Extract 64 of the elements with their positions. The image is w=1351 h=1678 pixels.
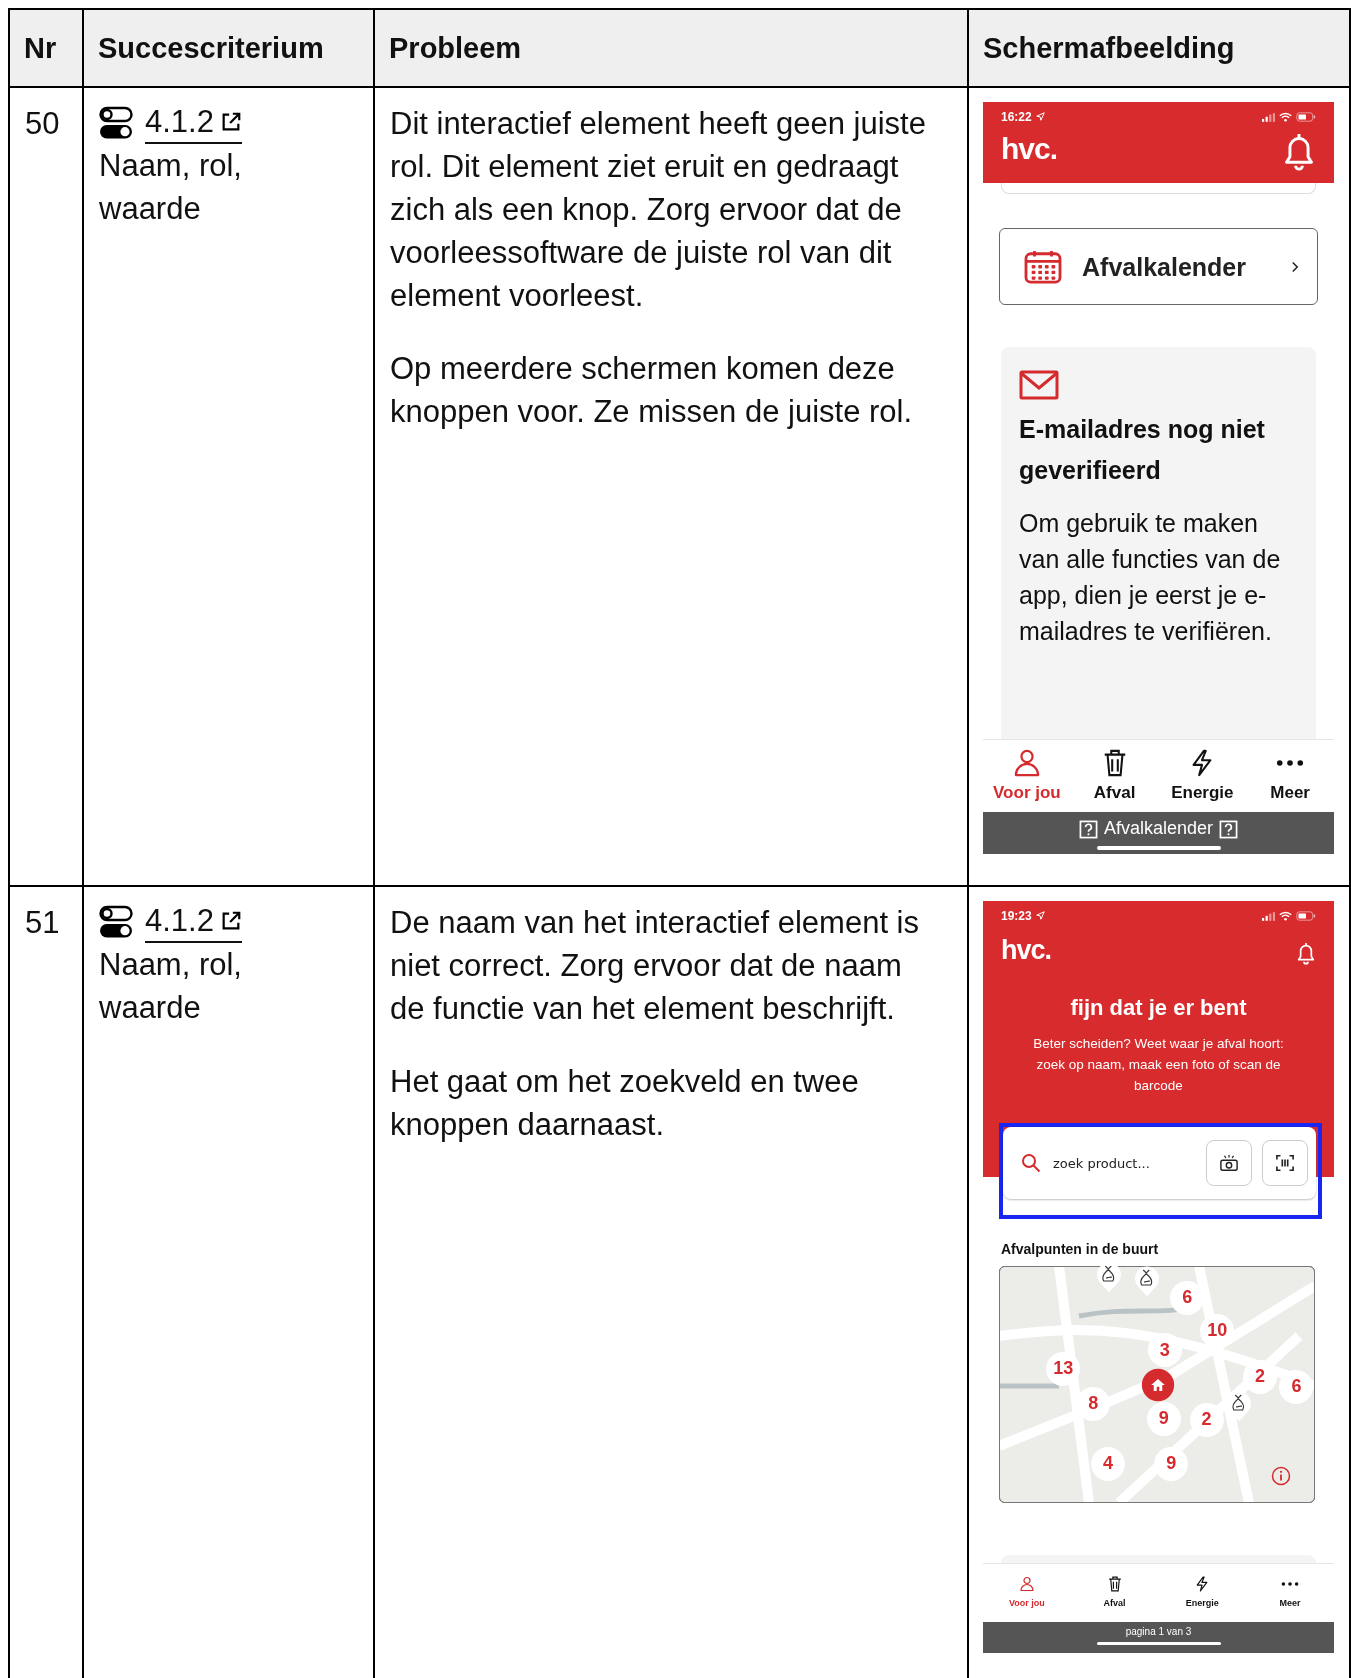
nav-tab[interactable]: Meer <box>1246 1563 1334 1622</box>
camera-button[interactable] <box>1206 1140 1252 1186</box>
nav-tab[interactable]: Afval <box>1070 1563 1159 1622</box>
person-icon <box>1019 1576 1034 1593</box>
toggle-icon <box>99 106 133 140</box>
column-header: Succescriterium <box>84 10 373 86</box>
mail-icon <box>1019 369 1059 401</box>
chevron-icon <box>1291 260 1299 273</box>
signal-icon <box>1262 112 1275 122</box>
wifi-icon <box>1279 911 1292 921</box>
caption-text: Afvalkalender <box>1103 818 1214 840</box>
status-time: 19:23 <box>1001 908 1032 924</box>
nav-tab[interactable]: Energie <box>1158 740 1247 812</box>
map-title: Afvalpunten in de buurt <box>1001 1241 1160 1258</box>
toggle-icon <box>99 905 133 939</box>
problem-text: De naam van het interactief element is niet correct. Zorg ervoor dat de naam de functie van het element beschrijft. <box>390 904 920 1028</box>
calendar-icon <box>1024 249 1062 284</box>
barcode-scan-button[interactable] <box>1262 1140 1308 1186</box>
welcome-heading: fijn dat je er bent <box>1069 995 1248 1022</box>
column-header: Probleem <box>375 10 967 86</box>
location-icon <box>1035 911 1045 921</box>
location-icon <box>1035 112 1045 122</box>
nav-tab[interactable]: Energie <box>1158 1563 1247 1622</box>
trash-icon <box>1107 1576 1122 1593</box>
more-icon <box>1276 758 1305 767</box>
problem-text: Dit interactief element heeft geen juiste rol. Dit element ziet eruit en gedraagt zich als een knop. Zorg ervoor dat de voorleessoftware de juiste rol van dit element voorleest. <box>390 105 927 315</box>
person-icon <box>1013 748 1040 777</box>
problem-text: Op meerdere schermen komen deze knoppen voor. Ze missen de juiste rol. <box>390 350 914 431</box>
nav-tab[interactable]: Afval <box>1070 740 1159 812</box>
help-icon <box>1219 819 1239 839</box>
search-field[interactable]: zoek product... <box>1051 1154 1196 1172</box>
wifi-icon <box>1279 112 1292 122</box>
status-time: 16:22 <box>1001 109 1032 125</box>
barcode-icon <box>1275 1154 1295 1172</box>
table-cell: 51 <box>10 887 82 1678</box>
info-icon <box>1271 1465 1291 1486</box>
column-header: Schermafbeelding <box>969 10 1349 86</box>
problem-text: Het gaat om het zoekveld en twee knoppen daarnaast. <box>390 1063 860 1144</box>
camera-icon <box>1219 1154 1239 1172</box>
intro-text: Beter scheiden? Weet waar je afval hoort: zoek op naam, maak een foto of scan de barcode <box>1032 1035 1285 1096</box>
more-icon <box>1281 1581 1300 1588</box>
nav-tab[interactable]: Voor jou <box>983 1563 1071 1622</box>
battery-icon <box>1296 911 1316 921</box>
app-logo: hvc. <box>1001 134 1058 164</box>
criterion-link[interactable]: 4.1.2 <box>145 901 242 943</box>
caption-text: pagina 1 van 3 <box>1125 1624 1192 1639</box>
app-logo: hvc. <box>1001 935 1052 965</box>
nav-tab[interactable]: Meer <box>1246 740 1334 812</box>
notice-title: E-mailadres nog niet geverifieerd <box>1019 414 1266 486</box>
bell-icon <box>1296 941 1316 965</box>
criterion-name: Naam, rol, waarde <box>99 147 243 228</box>
criterion-name: Naam, rol, waarde <box>99 946 243 1027</box>
menu-button[interactable]: Afvalkalender <box>999 228 1318 305</box>
search-icon <box>1021 1153 1041 1173</box>
notice-text: Om gebruik te maken van alle functies van de app, dien je eerst je e-mailadres te verifiëren. <box>1019 508 1282 647</box>
home-pin-icon <box>1141 1367 1176 1402</box>
lightning-icon <box>1195 1576 1210 1593</box>
battery-icon <box>1296 112 1316 122</box>
help-icon <box>1078 819 1098 839</box>
criterion-link[interactable]: 4.1.2 <box>145 102 242 144</box>
nav-tab[interactable]: Voor jou <box>983 740 1071 812</box>
signal-icon <box>1262 911 1275 921</box>
column-header: Nr <box>10 10 82 86</box>
table-cell: 50 <box>10 88 82 885</box>
